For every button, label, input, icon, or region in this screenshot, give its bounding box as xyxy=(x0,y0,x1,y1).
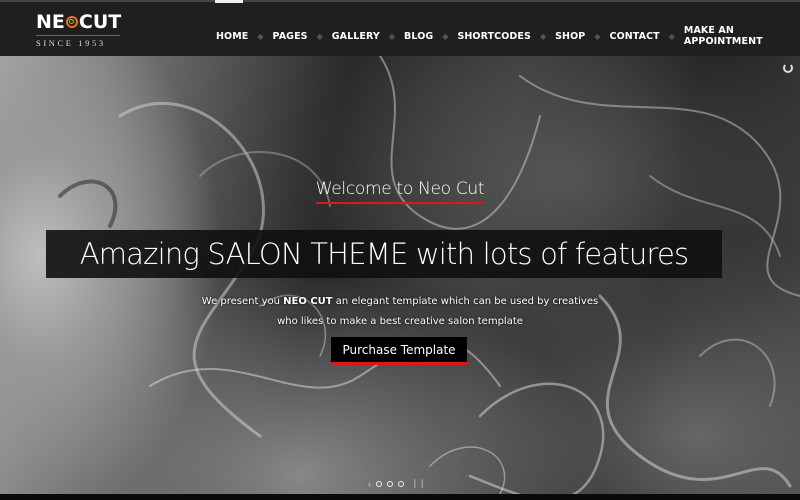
nav-blog[interactable]: BLOG xyxy=(404,31,433,42)
target-ring-icon xyxy=(65,16,78,28)
hero-headline: Amazing SALON THEME with lots of feature… xyxy=(79,237,689,271)
slide-dot-1[interactable] xyxy=(376,480,382,487)
nav-separator-icon: ◆ xyxy=(316,31,323,41)
nav-gallery[interactable]: GALLERY xyxy=(332,31,380,42)
nav-active-indicator xyxy=(215,0,243,3)
purchase-template-button[interactable]: Purchase Template xyxy=(331,337,467,365)
nav-make-appointment[interactable]: MAKE AN APPOINTMENT xyxy=(684,25,800,47)
nav-separator-icon: ◆ xyxy=(539,31,547,41)
nav-separator-icon: ◆ xyxy=(668,31,675,41)
logo-text-right: CUT xyxy=(78,11,122,33)
logo-text-left: NE xyxy=(36,11,65,33)
prev-slide-icon[interactable]: ‹ xyxy=(368,479,371,489)
hero-welcome: Welcome to Neo Cut xyxy=(0,179,800,204)
loading-spinner-icon xyxy=(783,63,793,73)
nav-separator-icon: ◆ xyxy=(388,31,396,41)
slide-dot-3[interactable] xyxy=(398,480,404,487)
nav-separator-icon: ◆ xyxy=(442,31,449,41)
description-line-1: We present you NEO CUT an elegant templa… xyxy=(0,292,800,312)
slider-pagination: ‹ ❙❙ xyxy=(368,478,426,489)
nav-shop[interactable]: SHOP xyxy=(555,31,585,42)
welcome-text: Welcome to Neo Cut xyxy=(315,179,485,204)
hero-headline-box: Amazing SALON THEME with lots of feature… xyxy=(46,230,722,278)
hero-description: We present you NEO CUT an elegant templa… xyxy=(0,292,800,332)
bottom-border xyxy=(0,494,800,500)
slide-dot-2[interactable] xyxy=(387,480,393,487)
logo-tagline: SINCE 1953 xyxy=(36,38,106,48)
nav-separator-icon: ◆ xyxy=(594,31,601,41)
nav-home[interactable]: HOME xyxy=(216,31,248,42)
description-text: an elegant template which can be used by… xyxy=(332,296,599,307)
nav-pages[interactable]: PAGES xyxy=(273,31,308,42)
brand-name: NEO CUT xyxy=(283,296,333,307)
logo-divider xyxy=(36,35,120,36)
main-nav: HOME ◆ PAGES ◆ GALLERY ◆ BLOG ◆ SHORTCOD… xyxy=(216,25,800,47)
description-text: We present you xyxy=(201,296,284,307)
nav-contact[interactable]: CONTACT xyxy=(610,31,660,42)
logo-wordmark: NE CUT xyxy=(36,12,122,32)
nav-separator-icon: ◆ xyxy=(257,31,264,41)
pause-icon[interactable]: ❙❙ xyxy=(411,478,426,489)
nav-shortcodes[interactable]: SHORTCODES xyxy=(457,31,531,42)
logo[interactable]: NE CUT SINCE 1953 xyxy=(36,12,122,48)
site-header: NE CUT SINCE 1953 HOME ◆ PAGES ◆ GALLERY… xyxy=(0,2,800,56)
description-line-2: who likes to make a best creative salon … xyxy=(277,316,523,327)
